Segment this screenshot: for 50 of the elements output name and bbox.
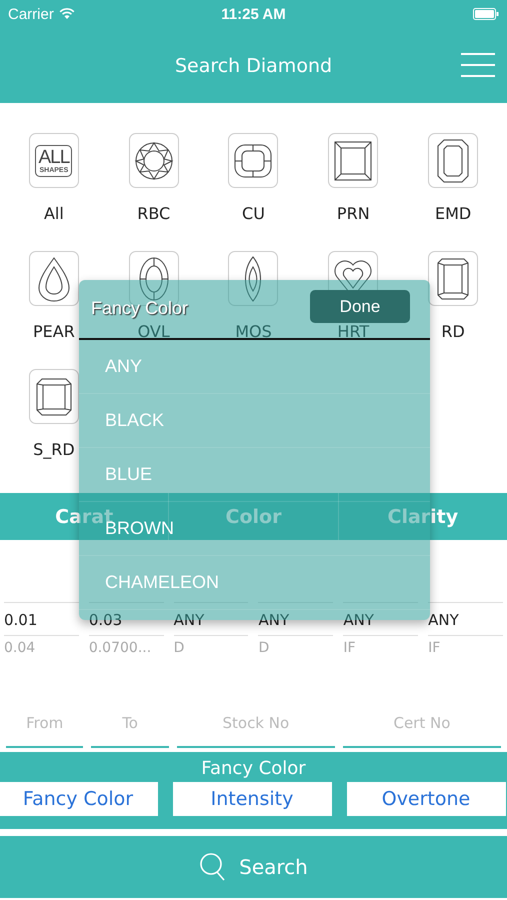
shape-button[interactable]: [128, 133, 179, 188]
shape-label: PEAR: [32, 322, 75, 341]
search-button[interactable]: Search: [0, 836, 507, 898]
dropdown-button[interactable]: Overtone: [346, 782, 506, 816]
shape-button[interactable]: [228, 133, 278, 188]
shape-label: CU: [242, 204, 265, 223]
picker-value[interactable]: IF: [428, 636, 503, 656]
shape-label: RBC: [137, 204, 170, 223]
option-item[interactable]: ANY: [105, 356, 142, 377]
carrier-name: Carrier: [8, 6, 54, 22]
status-time: 11:25 AM: [221, 6, 286, 22]
shape-label: HRT: [337, 322, 370, 341]
dropdown-button[interactable]: Intensity: [172, 782, 332, 816]
picker-value[interactable]: D: [174, 636, 248, 656]
done-button[interactable]: Done: [310, 290, 410, 323]
section-title: Fancy Color: [201, 757, 306, 779]
option-item[interactable]: CHAMELEON: [105, 572, 220, 593]
shape-button[interactable]: [28, 369, 79, 424]
shape-button[interactable]: [28, 251, 79, 306]
popup-title: Fancy Color: [91, 298, 188, 319]
search-icon: [199, 852, 228, 882]
filter-tab[interactable]: Color: [226, 506, 282, 528]
battery-icon: [473, 8, 499, 20]
shape-label: RD: [441, 322, 465, 341]
shape-label: S_RD: [33, 440, 75, 459]
shape-label: PRN: [336, 204, 370, 223]
picker-value[interactable]: ANY: [428, 603, 503, 636]
shape-label: MOS: [235, 322, 272, 341]
filter-tab[interactable]: Clarity: [388, 506, 458, 528]
picker-value[interactable]: ANY: [174, 603, 248, 636]
picker-value[interactable]: D: [258, 636, 334, 656]
picker-value[interactable]: ANY: [258, 603, 334, 636]
shape-label: EMD: [434, 204, 472, 223]
shape-label: OVL: [138, 322, 170, 341]
picker-value[interactable]: ANY: [343, 603, 418, 636]
shape-button[interactable]: [228, 251, 278, 306]
picker-value[interactable]: 0.0700...: [88, 636, 164, 656]
picker-value[interactable]: 0.03: [88, 603, 164, 636]
picker-value[interactable]: 0.01: [4, 603, 79, 636]
option-item[interactable]: BLUE: [105, 464, 152, 485]
option-item[interactable]: BLACK: [105, 410, 164, 431]
dropdown-button[interactable]: Fancy Color: [0, 782, 158, 816]
picker-value[interactable]: IF: [343, 636, 418, 656]
shape-button[interactable]: [428, 251, 478, 306]
shape-button[interactable]: [328, 133, 378, 188]
screen-title: Search Diamond: [174, 54, 332, 76]
picker-value[interactable]: 0.04: [4, 636, 79, 656]
wifi-icon: [58, 8, 75, 20]
shape-button[interactable]: [428, 133, 478, 188]
shape-label: All: [44, 204, 64, 223]
